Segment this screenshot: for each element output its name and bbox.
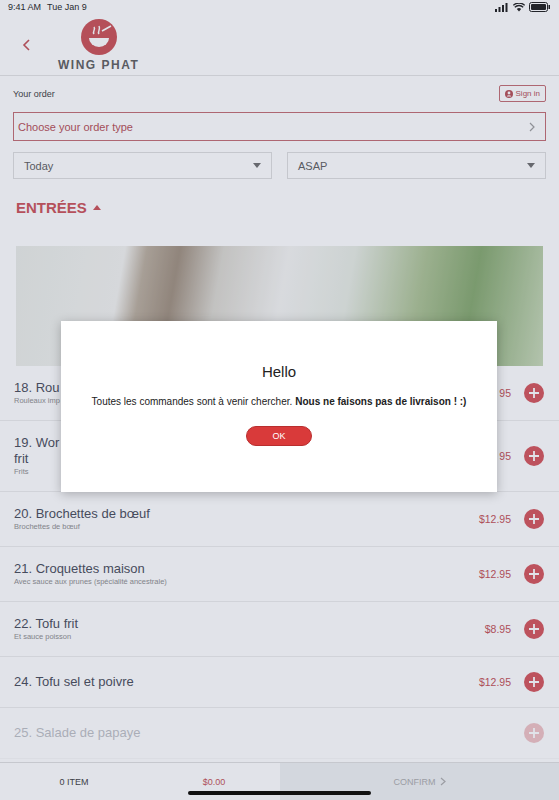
- home-indicator[interactable]: [188, 791, 371, 795]
- ok-button[interactable]: OK: [246, 426, 312, 446]
- dialog-message: Toutes les commandes sont à venir cherch…: [92, 395, 467, 408]
- dialog-message-bold: Nous ne faisons pas de livraison ! :): [295, 396, 466, 407]
- dialog-title: Hello: [262, 363, 296, 380]
- dialog-message-text: Toutes les commandes sont à venir cherch…: [92, 396, 293, 407]
- alert-dialog: Hello Toutes les commandes sont à venir c…: [61, 321, 497, 492]
